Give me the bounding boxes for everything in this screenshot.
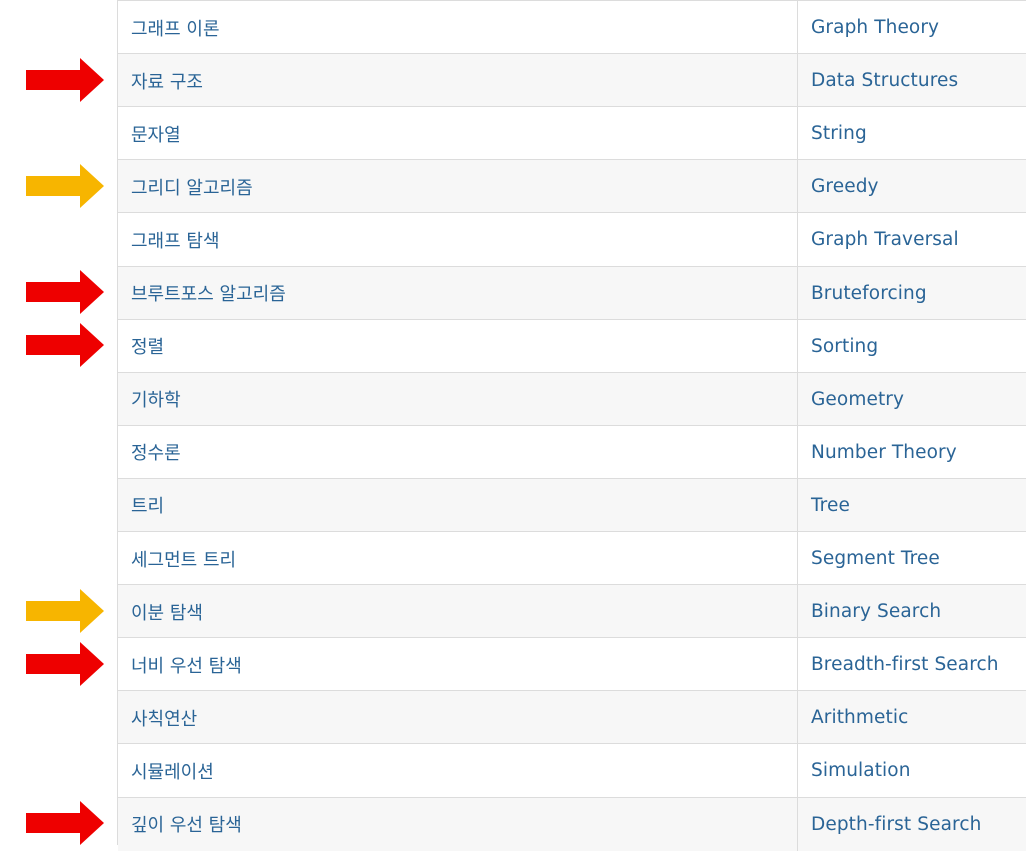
table-row: 브루트포스 알고리즘 Bruteforcing (118, 265, 1026, 320)
tag-link-string-ko[interactable]: 문자열 (131, 121, 181, 147)
table-row: 시뮬레이션 Simulation (118, 743, 1026, 798)
arrow-icon-red (26, 270, 104, 315)
tag-link-dfs-en[interactable]: Depth-first Search (811, 814, 981, 835)
tag-link-bruteforcing-ko[interactable]: 브루트포스 알고리즘 (131, 280, 286, 306)
korean-tag-cell: 이분 탐색 (118, 585, 798, 639)
tag-link-number-theory-en[interactable]: Number Theory (811, 442, 957, 463)
tag-link-data-structures-ko[interactable]: 자료 구조 (131, 68, 203, 94)
korean-tag-cell: 사칙연산 (118, 691, 798, 745)
table-row: 문자열 String (118, 106, 1026, 161)
tag-link-graph-theory-en[interactable]: Graph Theory (811, 17, 939, 38)
table-row: 정수론 Number Theory (118, 424, 1026, 479)
english-tag-cell: Geometry (798, 373, 1026, 426)
tag-link-arithmetic-en[interactable]: Arithmetic (811, 707, 908, 728)
arrow-icon-yellow (26, 163, 104, 208)
tag-link-string-en[interactable]: String (811, 123, 867, 144)
tag-link-binary-search-ko[interactable]: 이분 탐색 (131, 599, 203, 625)
tag-link-arithmetic-ko[interactable]: 사칙연산 (131, 705, 197, 731)
korean-tag-cell: 트리 (118, 478, 798, 532)
tag-link-graph-traversal-ko[interactable]: 그래프 탐색 (131, 227, 220, 253)
algorithm-tag-table: 그래프 이론 Graph Theory 자료 구조 Data Structure… (117, 0, 1026, 851)
tag-link-graph-theory-ko[interactable]: 그래프 이론 (131, 15, 220, 41)
table-row: 깊이 우선 탐색 Depth-first Search (118, 796, 1026, 851)
korean-tag-cell: 브루트포스 알고리즘 (118, 266, 798, 320)
arrow-icon-red (26, 57, 104, 102)
korean-tag-cell: 그래프 탐색 (118, 213, 798, 267)
english-tag-cell: Number Theory (798, 426, 1026, 479)
tag-link-segment-tree-en[interactable]: Segment Tree (811, 548, 940, 569)
tag-link-graph-traversal-en[interactable]: Graph Traversal (811, 229, 959, 250)
korean-tag-cell: 자료 구조 (118, 54, 798, 108)
english-tag-cell: Segment Tree (798, 532, 1026, 585)
english-tag-cell: Greedy (798, 160, 1026, 213)
english-tag-cell: Breadth-first Search (798, 638, 1026, 691)
tag-link-geometry-ko[interactable]: 기하학 (131, 386, 181, 412)
table-row: 기하학 Geometry (118, 371, 1026, 426)
arrow-icon-red (26, 801, 104, 846)
table-row: 그래프 이론 Graph Theory (118, 0, 1026, 55)
tag-link-greedy-ko[interactable]: 그리디 알고리즘 (131, 174, 253, 200)
english-tag-cell: Sorting (798, 320, 1026, 373)
table-row: 너비 우선 탐색 Breadth-first Search (118, 637, 1026, 692)
korean-tag-cell: 그리디 알고리즘 (118, 160, 798, 214)
english-tag-cell: Data Structures (798, 54, 1026, 107)
english-tag-cell: Depth-first Search (798, 798, 1026, 851)
table-row: 이분 탐색 Binary Search (118, 584, 1026, 639)
english-tag-cell: Arithmetic (798, 691, 1026, 744)
korean-tag-cell: 너비 우선 탐색 (118, 638, 798, 692)
tag-link-simulation-en[interactable]: Simulation (811, 760, 911, 781)
table-row: 사칙연산 Arithmetic (118, 690, 1026, 745)
korean-tag-cell: 문자열 (118, 107, 798, 161)
table-row: 그리디 알고리즘 Greedy (118, 159, 1026, 214)
tag-link-bfs-en[interactable]: Breadth-first Search (811, 654, 999, 675)
korean-tag-cell: 그래프 이론 (118, 1, 798, 55)
tag-link-tree-en[interactable]: Tree (811, 495, 850, 516)
english-tag-cell: Bruteforcing (798, 267, 1026, 320)
arrow-icon-red (26, 323, 104, 368)
tag-link-sorting-en[interactable]: Sorting (811, 336, 878, 357)
korean-tag-cell: 세그먼트 트리 (118, 532, 798, 586)
tag-link-bfs-ko[interactable]: 너비 우선 탐색 (131, 652, 242, 678)
tag-link-sorting-ko[interactable]: 정렬 (131, 333, 164, 359)
arrow-icon-yellow (26, 588, 104, 633)
korean-tag-cell: 시뮬레이션 (118, 744, 798, 798)
table-row: 트리 Tree (118, 477, 1026, 532)
arrow-icon-red (26, 641, 104, 686)
korean-tag-cell: 깊이 우선 탐색 (118, 797, 798, 851)
table-row: 그래프 탐색 Graph Traversal (118, 212, 1026, 267)
table-row: 세그먼트 트리 Segment Tree (118, 531, 1026, 586)
english-tag-cell: Graph Theory (798, 1, 1026, 54)
english-tag-cell: Graph Traversal (798, 213, 1026, 266)
tag-link-binary-search-en[interactable]: Binary Search (811, 601, 941, 622)
korean-tag-cell: 기하학 (118, 372, 798, 426)
tag-link-dfs-ko[interactable]: 깊이 우선 탐색 (131, 811, 242, 837)
english-tag-cell: Binary Search (798, 585, 1026, 638)
tag-link-data-structures-en[interactable]: Data Structures (811, 70, 958, 91)
tag-link-greedy-en[interactable]: Greedy (811, 176, 879, 197)
korean-tag-cell: 정수론 (118, 425, 798, 479)
english-tag-cell: String (798, 107, 1026, 160)
korean-tag-cell: 정렬 (118, 319, 798, 373)
tag-link-bruteforcing-en[interactable]: Bruteforcing (811, 283, 927, 304)
tag-link-number-theory-ko[interactable]: 정수론 (131, 439, 181, 465)
table-row: 정렬 Sorting (118, 318, 1026, 373)
table-row: 자료 구조 Data Structures (118, 53, 1026, 108)
tag-link-geometry-en[interactable]: Geometry (811, 389, 904, 410)
tag-link-simulation-ko[interactable]: 시뮬레이션 (131, 758, 214, 784)
english-tag-cell: Simulation (798, 744, 1026, 797)
tag-link-segment-tree-ko[interactable]: 세그먼트 트리 (131, 546, 236, 572)
english-tag-cell: Tree (798, 479, 1026, 532)
tag-link-tree-ko[interactable]: 트리 (131, 492, 164, 518)
